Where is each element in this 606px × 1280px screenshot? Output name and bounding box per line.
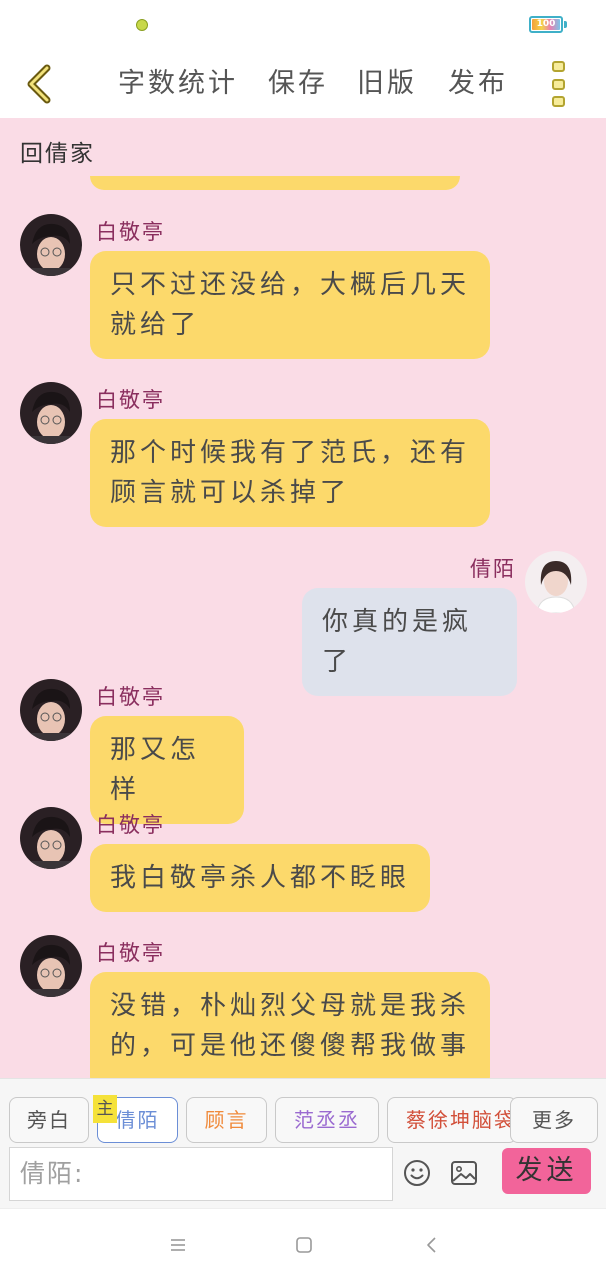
square-home-icon	[296, 1237, 312, 1253]
smiley-icon	[404, 1160, 430, 1186]
emoji-button[interactable]	[403, 1159, 431, 1187]
battery-level: 100	[536, 19, 556, 29]
message-bubble[interactable]: 只不过还没给，大概后几天就给了	[90, 251, 490, 359]
message-input[interactable]: 倩陌:	[9, 1147, 393, 1201]
save-button[interactable]: 保存	[268, 64, 328, 104]
more-roles-button[interactable]: 更多	[510, 1097, 598, 1143]
status-bar: 100	[0, 0, 606, 50]
battery-icon: 100	[529, 16, 563, 33]
image-icon	[451, 1161, 477, 1185]
sender-name: 白敬亭	[96, 685, 165, 709]
more-vertical-icon	[551, 61, 565, 72]
avatar-male-icon	[20, 807, 82, 869]
image-button[interactable]	[450, 1160, 478, 1186]
avatar[interactable]	[20, 679, 82, 741]
word-count-button[interactable]: 字数统计	[118, 64, 238, 104]
message-bubble[interactable]: 我白敬亭杀人都不眨眼	[90, 844, 430, 912]
role-chip-caixukun[interactable]: 蔡徐坤脑袋	[387, 1097, 517, 1143]
avatar-male-icon	[20, 214, 82, 276]
notification-icon	[136, 19, 148, 31]
avatar[interactable]	[20, 382, 82, 444]
back-button[interactable]	[18, 62, 62, 106]
more-vertical-icon	[551, 78, 565, 90]
avatar-male-icon	[20, 679, 82, 741]
more-vertical-icon	[551, 96, 565, 107]
avatar-male-icon	[20, 935, 82, 997]
partial-message-bubble	[90, 176, 460, 190]
sender-name: 倩陌	[470, 557, 516, 581]
input-area: 旁白 倩陌 主 顾言 范丞丞 蔡徐坤脑袋 更多 倩陌: 发送	[0, 1078, 606, 1208]
chat-area[interactable]: 回倩家 白敬亭 只不过还没给，大概后几天就给了 白敬亭 那个时候我有了范氏，还有…	[0, 118, 606, 1078]
sender-name: 白敬亭	[96, 941, 165, 965]
avatar[interactable]	[525, 551, 587, 613]
avatar-female-icon	[525, 551, 587, 613]
role-chip-narrator[interactable]: 旁白	[9, 1097, 89, 1143]
sender-name: 白敬亭	[96, 220, 165, 244]
chevron-left-icon	[27, 64, 51, 104]
chat-title: 回倩家	[20, 141, 95, 167]
message-bubble[interactable]: 那又怎样	[90, 716, 244, 824]
main-role-badge: 主	[93, 1095, 117, 1123]
send-button[interactable]: 发送	[502, 1148, 591, 1194]
old-version-button[interactable]: 旧版	[357, 64, 417, 104]
sender-name: 白敬亭	[96, 813, 165, 837]
menu-icon	[171, 1239, 185, 1251]
system-nav-bar	[0, 1208, 606, 1280]
role-chip-guyan[interactable]: 顾言	[186, 1097, 267, 1143]
battery-fill: 100	[532, 19, 560, 30]
message-bubble[interactable]: 没错，朴灿烈父母就是我杀的，可是他还傻傻帮我做事	[90, 972, 490, 1078]
more-button[interactable]	[548, 60, 568, 108]
avatar[interactable]	[20, 807, 82, 869]
publish-button[interactable]: 发布	[448, 64, 508, 104]
message-bubble[interactable]: 那个时候我有了范氏，还有顾言就可以杀掉了	[90, 419, 490, 527]
avatar[interactable]	[20, 935, 82, 997]
triangle-back-icon	[427, 1237, 436, 1253]
avatar[interactable]	[20, 214, 82, 276]
sender-name: 白敬亭	[96, 388, 165, 412]
nav-back-button[interactable]	[419, 1233, 443, 1257]
role-chip-fanchengcheng[interactable]: 范丞丞	[275, 1097, 379, 1143]
message-bubble[interactable]: 你真的是疯了	[302, 588, 517, 696]
home-button[interactable]	[292, 1233, 316, 1257]
top-toolbar: 字数统计 保存 旧版 发布	[0, 50, 606, 118]
battery-tip	[564, 21, 567, 28]
menu-button[interactable]	[166, 1233, 190, 1257]
avatar-male-icon	[20, 382, 82, 444]
